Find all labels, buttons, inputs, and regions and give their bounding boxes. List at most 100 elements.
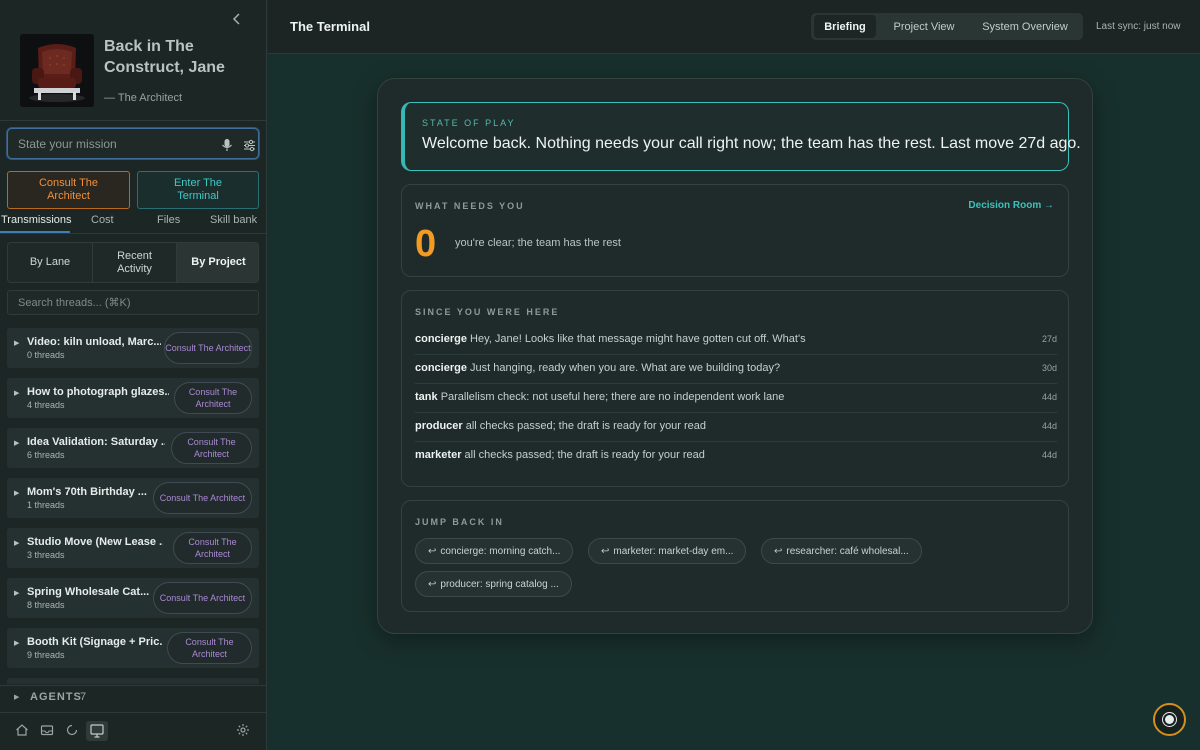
project-row[interactable]: ▶ How to photograph glazes... 4 threads … [7, 378, 259, 418]
agents-count: 7 [80, 691, 87, 703]
project-thread-count: 3 threads [27, 550, 65, 560]
monitor-icon[interactable] [86, 721, 108, 741]
thread-search-box [7, 290, 259, 315]
project-row[interactable]: ▶ Booth Kit (Signage + Pric... 9 threads… [7, 628, 259, 668]
group-recent-activity[interactable]: Recent Activity [93, 243, 176, 282]
activity-row[interactable]: concierge Hey, Jane! Looks like that mes… [415, 326, 1057, 355]
activity-row[interactable]: marketer all checks passed; the draft is… [415, 442, 1057, 471]
expand-triangle-icon[interactable]: ▶ [14, 539, 19, 547]
consult-architect-pill[interactable]: Consult The Architect [174, 382, 252, 414]
expand-triangle-icon[interactable]: ▶ [14, 589, 19, 597]
return-arrow-icon: ↩ [774, 545, 783, 557]
state-of-play-panel: STATE OF PLAY Welcome back. Nothing need… [401, 102, 1081, 171]
activity-text: tank Parallelism check: not useful here;… [415, 391, 784, 403]
consult-architect-button[interactable]: Consult The Architect [7, 171, 130, 209]
activity-message: all checks passed; the draft is ready fo… [464, 449, 705, 461]
project-title: Idea Validation: Saturday ... [27, 436, 165, 448]
gear-icon[interactable] [236, 723, 252, 739]
consult-architect-pill[interactable]: Consult The Architect [171, 432, 252, 464]
inbox-icon[interactable] [40, 723, 56, 739]
activity-message: Hey, Jane! Looks like that message might… [470, 333, 806, 345]
view-switcher: Briefing Project View System Overview [811, 13, 1083, 40]
group-by-lane[interactable]: By Lane [8, 243, 92, 282]
agents-section-header[interactable]: ▶ AGENTS 7 [0, 685, 267, 709]
project-row[interactable]: ▶ Video: kiln unload, Marc... 0 threads … [7, 328, 259, 368]
project-thread-count: 6 threads [27, 450, 65, 460]
activity-row[interactable]: tank Parallelism check: not useful here;… [415, 384, 1057, 413]
resume-thread-chip[interactable]: ↩ concierge: morning catch... [415, 538, 574, 564]
collapse-sidebar-chevron-icon[interactable] [228, 10, 246, 30]
expand-triangle-icon[interactable]: ▶ [14, 639, 19, 647]
resume-thread-label: researcher: café wholesal... [786, 545, 909, 557]
microphone-icon[interactable] [221, 138, 233, 152]
consult-architect-pill[interactable]: Consult The Architect [167, 632, 252, 664]
project-row[interactable]: ▶ Idea Validation: Saturday ... 6 thread… [7, 428, 259, 468]
pending-decisions-note: you're clear; the team has the rest [455, 237, 621, 249]
state-of-play-heading: STATE OF PLAY [422, 118, 516, 128]
expand-triangle-icon[interactable]: ▶ [14, 439, 19, 447]
tab-skill-bank[interactable]: Skill bank [210, 214, 257, 226]
sliders-icon[interactable] [243, 139, 256, 152]
activity-text: marketer all checks passed; the draft is… [415, 449, 705, 461]
tab-cost[interactable]: Cost [91, 214, 114, 226]
decision-room-link[interactable]: Decision Room → [968, 200, 1054, 211]
activity-text: concierge Just hanging, ready when you a… [415, 362, 780, 374]
resume-thread-label: marketer: market-day em... [613, 545, 734, 557]
mission-input[interactable] [18, 136, 208, 152]
activity-agent: concierge [415, 362, 467, 374]
enter-terminal-button[interactable]: Enter The Terminal [137, 171, 259, 209]
pending-decisions-count: 0 [415, 223, 437, 265]
resume-thread-chip[interactable]: ↩ researcher: café wholesal... [761, 538, 922, 564]
tab-files[interactable]: Files [157, 214, 180, 226]
expand-triangle-icon[interactable]: ▶ [14, 693, 19, 701]
return-arrow-icon: ↩ [601, 545, 610, 557]
armchair-illustration [20, 34, 94, 107]
expand-triangle-icon[interactable]: ▶ [14, 339, 19, 347]
floating-record-button[interactable] [1153, 703, 1186, 736]
consult-architect-pill[interactable]: Consult The Architect [173, 532, 252, 564]
resume-thread-label: concierge: morning catch... [440, 545, 561, 557]
activity-agent: producer [415, 420, 463, 432]
project-thread-count: 1 threads [27, 500, 65, 510]
home-icon[interactable] [15, 723, 31, 739]
top-bar: The Terminal Briefing Project View Syste… [268, 0, 1200, 54]
refresh-icon[interactable] [65, 723, 81, 739]
activity-age: 44d [1041, 450, 1057, 460]
tab-system-overview[interactable]: System Overview [971, 15, 1079, 38]
consult-architect-pill[interactable]: Consult The Architect [153, 582, 252, 614]
activity-age: 27d [1041, 334, 1057, 344]
consult-architect-pill[interactable]: Consult The Architect [153, 482, 252, 514]
group-by-project[interactable]: By Project [177, 243, 258, 282]
tab-briefing[interactable]: Briefing [814, 15, 876, 38]
thread-search-input[interactable] [18, 296, 248, 310]
activity-row[interactable]: concierge Just hanging, ready when you a… [415, 355, 1057, 384]
project-thread-count: 9 threads [27, 650, 65, 660]
project-thread-count: 0 threads [27, 350, 65, 360]
sidebar-bottom-bar [0, 712, 267, 750]
project-row[interactable]: ▶ Spring Wholesale Cat... 8 threads Cons… [7, 578, 259, 618]
resume-thread-chip[interactable]: ↩ producer: spring catalog ... [415, 571, 572, 597]
tab-transmissions[interactable]: Transmissions [1, 214, 72, 226]
tabs-divider [0, 233, 267, 234]
project-title: Booth Kit (Signage + Pric... [27, 636, 163, 648]
activity-row[interactable]: producer all checks passed; the draft is… [415, 413, 1057, 442]
agents-label: AGENTS [30, 691, 82, 703]
divider [0, 120, 267, 121]
project-row[interactable]: ▶ Mom's 70th Birthday ... 1 threads Cons… [7, 478, 259, 518]
expand-triangle-icon[interactable]: ▶ [14, 389, 19, 397]
expand-triangle-icon[interactable]: ▶ [14, 489, 19, 497]
activity-age: 44d [1041, 421, 1057, 431]
project-row[interactable]: ▶ Studio Move (New Lease ... 3 threads C… [7, 528, 259, 568]
project-thread-count: 4 threads [27, 400, 65, 410]
sidebar: Back in The Construct, Jane — The Archit… [0, 0, 267, 750]
grouping-segmented-control: By Lane Recent Activity By Project [7, 242, 259, 283]
state-of-play-message: Welcome back. Nothing needs your call ri… [422, 135, 1081, 152]
tab-project-view[interactable]: Project View [881, 15, 967, 38]
resume-thread-chip[interactable]: ↩ marketer: market-day em... [588, 538, 747, 564]
project-title: Mom's 70th Birthday ... [27, 486, 147, 498]
project-title: Video: kiln unload, Marc... [27, 336, 161, 348]
activity-text: concierge Hey, Jane! Looks like that mes… [415, 333, 806, 345]
project-row[interactable] [7, 678, 259, 684]
project-title: How to photograph glazes... [27, 386, 169, 398]
consult-architect-pill[interactable]: Consult The Architect [164, 332, 252, 364]
